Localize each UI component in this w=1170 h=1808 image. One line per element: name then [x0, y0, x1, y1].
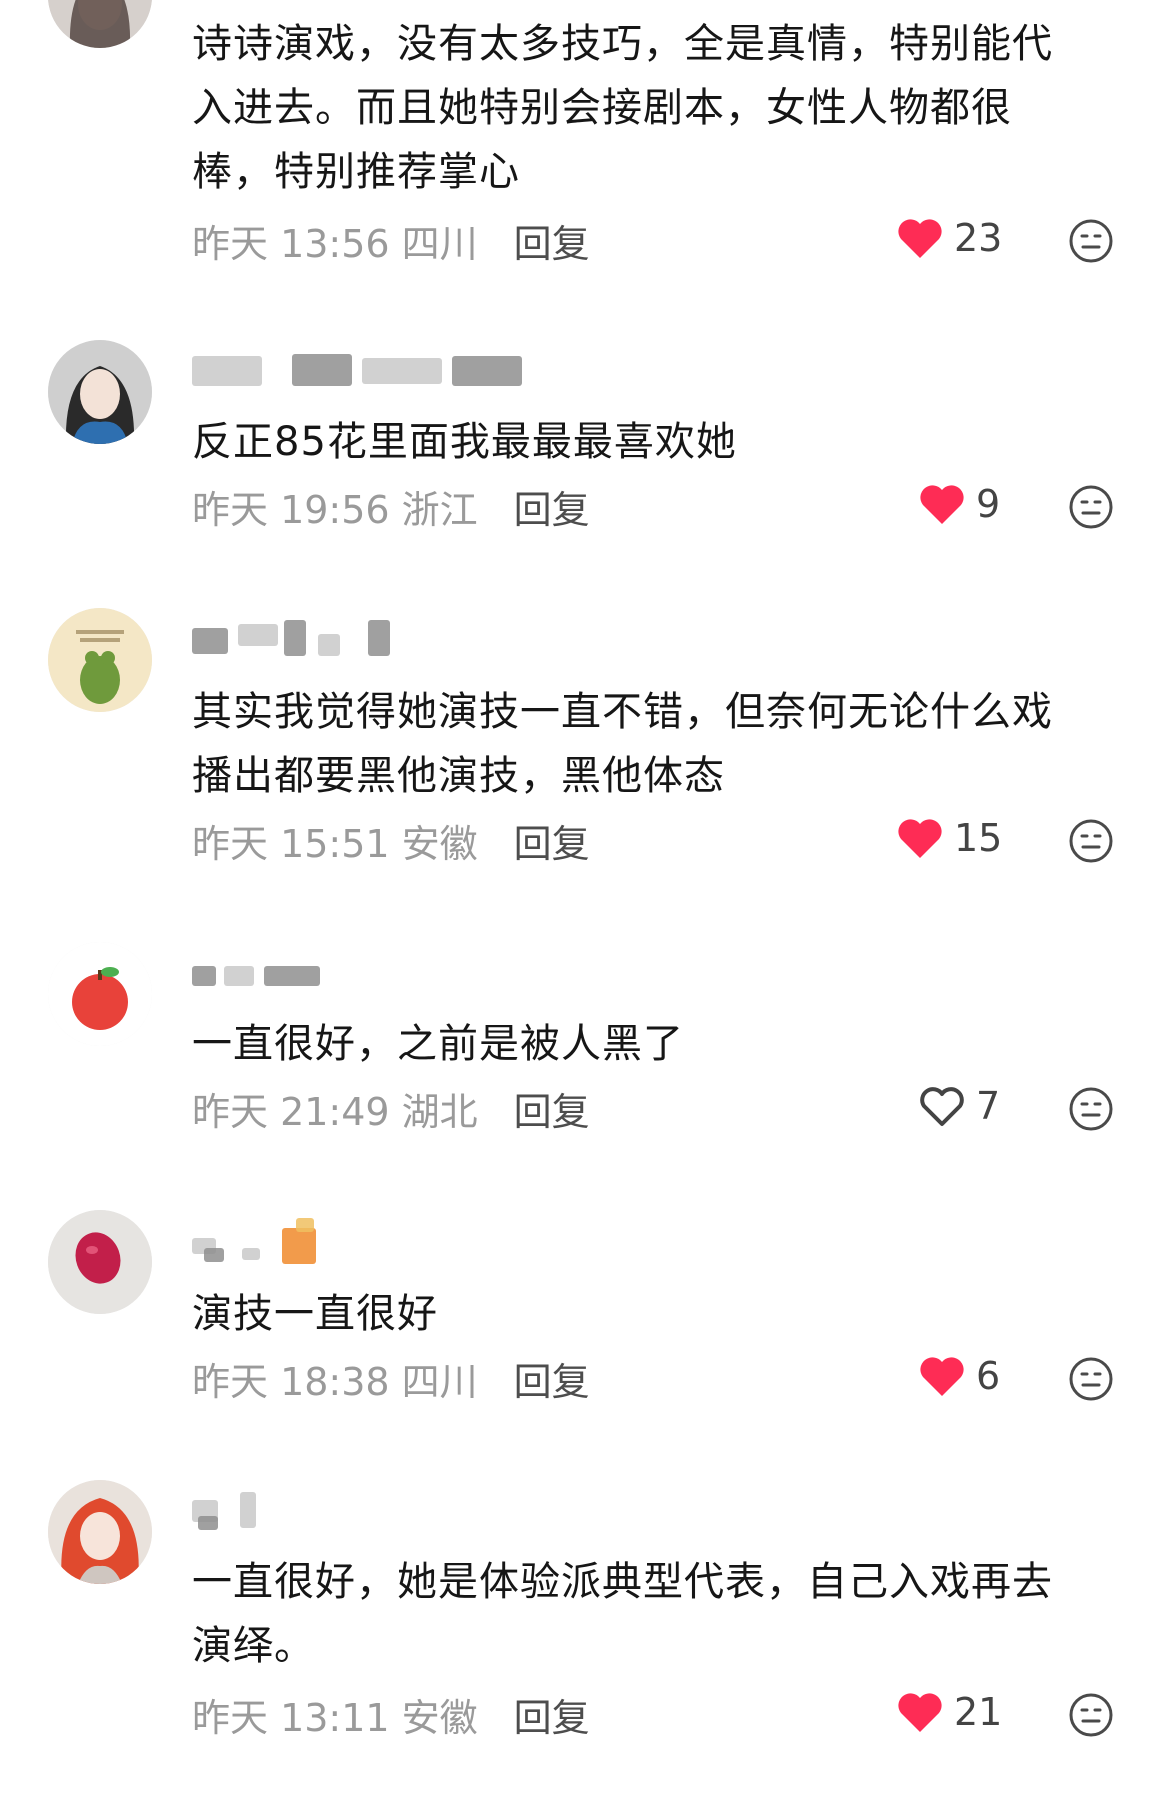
comment-text: 反正85花里面我最最最喜欢她: [192, 419, 737, 465]
comment-meta: 昨天 21:49 湖北 回复: [192, 1086, 590, 1138]
neutral-face-icon: [1069, 1357, 1113, 1401]
reply-button[interactable]: 回复: [514, 218, 590, 270]
username-blurred[interactable]: [192, 1488, 292, 1530]
comment-meta: 昨天 13:56 四川 回复: [192, 218, 590, 270]
username-blurred[interactable]: [192, 950, 332, 990]
reply-button[interactable]: 回复: [514, 1692, 590, 1744]
like-button[interactable]: 6: [918, 1350, 1000, 1402]
avatar[interactable]: [48, 340, 152, 444]
reply-button[interactable]: 回复: [514, 484, 590, 536]
like-button[interactable]: 23: [896, 212, 1002, 264]
like-count: 21: [954, 1690, 1003, 1734]
like-button[interactable]: 15: [896, 812, 1002, 864]
like-count: 23: [954, 216, 1003, 260]
comment-time: 昨天 18:38 四川: [192, 1360, 478, 1404]
dislike-button[interactable]: [1068, 1356, 1114, 1402]
comment-meta: 昨天 15:51 安徽 回复: [192, 818, 590, 870]
neutral-face-icon: [1069, 819, 1113, 863]
dislike-button[interactable]: [1068, 1692, 1114, 1738]
dislike-button[interactable]: [1068, 1086, 1114, 1132]
comment-time: 昨天 19:56 浙江: [192, 488, 478, 532]
like-count: 9: [976, 482, 1001, 526]
dislike-button[interactable]: [1068, 818, 1114, 864]
reply-button[interactable]: 回复: [514, 1086, 590, 1138]
heart-icon: [898, 1693, 942, 1732]
comment-meta: 昨天 19:56 浙江 回复: [192, 484, 590, 536]
username-blurred[interactable]: [192, 348, 532, 388]
heart-icon: [920, 485, 964, 524]
heart-outline-icon: [920, 1087, 964, 1126]
comment-text: 诗诗演戏，没有太多技巧，全是真情，特别能代入进去。而且她特别会接剧本，女性人物都…: [192, 21, 1053, 195]
like-count: 15: [954, 816, 1003, 860]
like-count: 6: [976, 1354, 1001, 1398]
comment-text: 演技一直很好: [192, 1291, 438, 1337]
comment-text: 一直很好，她是体验派典型代表，自己入戏再去演绎。: [192, 1559, 1053, 1669]
neutral-face-icon: [1069, 1693, 1113, 1737]
username-blurred[interactable]: [192, 616, 412, 656]
avatar[interactable]: [48, 1480, 152, 1584]
comment-time: 昨天 13:11 安徽: [192, 1696, 478, 1740]
comment-text: 一直很好，之前是被人黑了: [192, 1021, 684, 1067]
like-button[interactable]: 7: [918, 1080, 1000, 1132]
username-blurred[interactable]: [192, 1212, 342, 1264]
avatar[interactable]: [48, 942, 152, 1046]
heart-icon: [898, 219, 942, 258]
neutral-face-icon: [1069, 1087, 1113, 1131]
avatar[interactable]: [48, 0, 152, 48]
neutral-face-icon: [1069, 485, 1113, 529]
reply-button[interactable]: 回复: [514, 818, 590, 870]
avatar[interactable]: [48, 1210, 152, 1314]
like-button[interactable]: 9: [918, 478, 1000, 530]
comment-time: 昨天 21:49 湖北: [192, 1090, 478, 1134]
like-count: 7: [976, 1084, 1001, 1128]
like-button[interactable]: 21: [896, 1686, 1002, 1738]
avatar[interactable]: [48, 608, 152, 712]
comment-text: 其实我觉得她演技一直不错，但奈何无论什么戏播出都要黑他演技，黑他体态: [192, 689, 1053, 799]
comment-time: 昨天 13:56 四川: [192, 222, 478, 266]
heart-icon: [920, 1357, 964, 1396]
dislike-button[interactable]: [1068, 484, 1114, 530]
comment-time: 昨天 15:51 安徽: [192, 822, 478, 866]
dislike-button[interactable]: [1068, 218, 1114, 264]
comment-meta: 昨天 18:38 四川 回复: [192, 1356, 590, 1408]
comment-meta: 昨天 13:11 安徽 回复: [192, 1692, 590, 1744]
neutral-face-icon: [1069, 219, 1113, 263]
heart-icon: [898, 819, 942, 858]
reply-button[interactable]: 回复: [514, 1356, 590, 1408]
